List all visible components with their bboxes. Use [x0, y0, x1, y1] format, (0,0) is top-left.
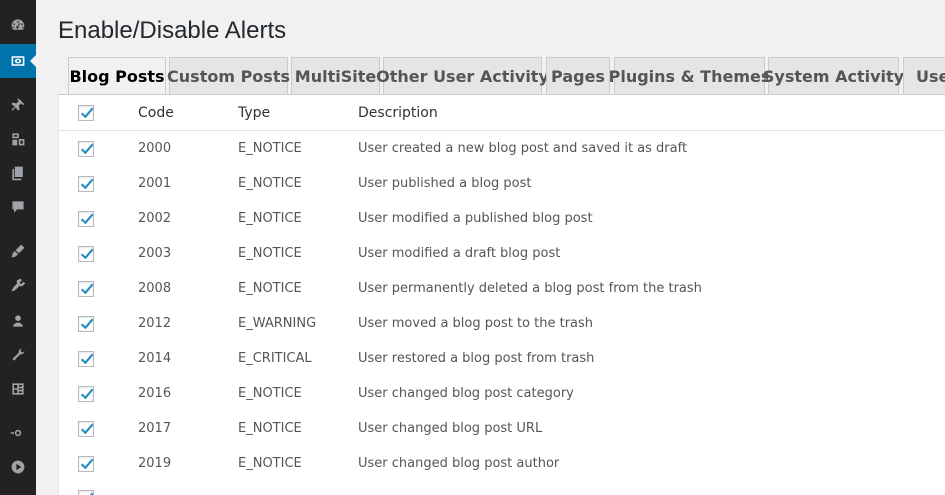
checkmark-icon [80, 423, 94, 434]
tab-blog-posts[interactable]: Blog Posts [68, 57, 166, 94]
alert-type: E_CRITICAL [238, 351, 312, 366]
tab-users[interactable]: User [903, 57, 945, 94]
alert-description: User changed blog post category [358, 386, 574, 401]
table-row: 2002 E_NOTICE User modified a published … [59, 201, 945, 236]
alert-code: 2019 [138, 456, 172, 471]
column-header-code[interactable]: Code [138, 95, 174, 130]
alerts-eye-icon[interactable] [0, 44, 37, 78]
plugins-icon[interactable] [0, 268, 36, 302]
alert-description: User modified a published blog post [358, 211, 593, 226]
alert-code: 2017 [138, 421, 172, 436]
alert-code: 2016 [138, 386, 172, 401]
column-header-description[interactable]: Description [358, 95, 438, 130]
admin-sidebar [0, 0, 37, 495]
alert-description: User published a blog post [358, 176, 532, 191]
alert-type: E_NOTICE [238, 281, 302, 296]
alert-checkbox[interactable] [78, 140, 94, 157]
alert-description: User moved a blog post to the trash [358, 316, 594, 331]
alert-checkbox[interactable] [78, 245, 94, 262]
alert-type: E_NOTICE [238, 211, 302, 226]
select-all-cell [78, 95, 94, 130]
alert-checkbox[interactable] [78, 210, 94, 227]
table-row: 2016 E_NOTICE User changed blog post cat… [59, 376, 945, 411]
table-row: 2017 E_NOTICE User changed blog post URL [59, 411, 945, 446]
checkmark-icon [80, 107, 94, 118]
alert-type: E_NOTICE [238, 421, 302, 436]
table-row: 2001 E_NOTICE User published a blog post [59, 166, 945, 201]
checkmark-icon [80, 178, 94, 189]
tab-multisite[interactable]: MultiSite [291, 57, 380, 94]
alert-type: E_WARNING [238, 316, 317, 331]
alert-code: 2001 [138, 176, 172, 191]
table-header-row: Code Type Description [59, 95, 945, 131]
dashboard-icon[interactable] [0, 8, 36, 42]
checkmark-icon [80, 143, 94, 154]
table-row: 2000 E_NOTICE User created a new blog po… [59, 131, 945, 166]
alert-checkbox[interactable] [78, 420, 94, 437]
alert-type: E_NOTICE [238, 456, 302, 471]
users-icon[interactable] [0, 304, 36, 338]
appearance-icon[interactable] [0, 234, 36, 268]
media-icon[interactable] [0, 122, 36, 156]
alert-checkbox[interactable] [78, 455, 94, 472]
checkmark-icon [80, 248, 94, 259]
alert-type: E_NOTICE [238, 176, 302, 191]
checkmark-icon [80, 353, 94, 364]
checkmark-icon [80, 388, 94, 399]
tab-plugins-themes[interactable]: Plugins & Themes [609, 57, 770, 94]
table-row: 2003 E_NOTICE User modified a draft blog… [59, 236, 945, 271]
alert-description: User changed blog post author [358, 456, 560, 471]
active-menu-pointer [30, 54, 37, 68]
comments-icon[interactable] [0, 190, 36, 224]
tab-pages[interactable]: Pages [546, 57, 610, 94]
collapse-icon[interactable] [0, 416, 36, 450]
tab-system-activity[interactable]: System Activity [763, 57, 904, 94]
select-all-checkbox[interactable] [78, 104, 94, 121]
checkmark-icon [80, 458, 94, 469]
table-row-partial [59, 481, 945, 495]
table-row: 2008 E_NOTICE User permanently deleted a… [59, 271, 945, 306]
alerts-tab-bar: Blog Posts Custom Posts MultiSite Other … [58, 57, 945, 95]
checkmark-icon [89, 492, 94, 495]
alert-code: 2008 [138, 281, 172, 296]
alert-checkbox[interactable] [78, 315, 94, 332]
alert-type: E_NOTICE [238, 386, 302, 401]
table-row: 2019 E_NOTICE User changed blog post aut… [59, 446, 945, 481]
play-icon[interactable] [0, 450, 36, 484]
checkmark-icon [80, 283, 94, 294]
alert-type: E_NOTICE [238, 246, 302, 261]
alert-description: User restored a blog post from trash [358, 351, 595, 366]
alerts-table: Code Type Description 2000 E_NOTICE User… [58, 95, 945, 495]
alert-checkbox[interactable] [78, 350, 94, 367]
alert-description: User permanently deleted a blog post fro… [358, 281, 702, 296]
alert-code: 2000 [138, 141, 172, 156]
alert-code: 2003 [138, 246, 172, 261]
alert-description: User modified a draft blog post [358, 246, 561, 261]
alert-description: User changed blog post URL [358, 421, 543, 436]
alert-checkbox[interactable] [78, 490, 94, 495]
checkmark-icon [80, 318, 94, 329]
table-row: 2014 E_CRITICAL User restored a blog pos… [59, 341, 945, 376]
tools-icon[interactable] [0, 338, 36, 372]
alert-type: E_NOTICE [238, 141, 302, 156]
page-title: Enable/Disable Alerts [58, 17, 287, 44]
alert-description: User created a new blog post and saved i… [358, 141, 688, 156]
alert-code: 2012 [138, 316, 172, 331]
table-row: 2012 E_WARNING User moved a blog post to… [59, 306, 945, 341]
checkmark-icon [80, 213, 94, 224]
column-header-type[interactable]: Type [238, 95, 270, 130]
pin-icon[interactable] [0, 88, 36, 122]
alert-checkbox[interactable] [78, 280, 94, 297]
alert-checkbox[interactable] [78, 175, 94, 192]
alert-checkbox[interactable] [78, 385, 94, 402]
tab-other-user-activity[interactable]: Other User Activity [376, 57, 549, 94]
alert-code: 2002 [138, 211, 172, 226]
settings-icon[interactable] [0, 372, 36, 406]
tab-custom-posts[interactable]: Custom Posts [167, 57, 290, 94]
pages-icon[interactable] [0, 156, 36, 190]
alert-code: 2014 [138, 351, 172, 366]
